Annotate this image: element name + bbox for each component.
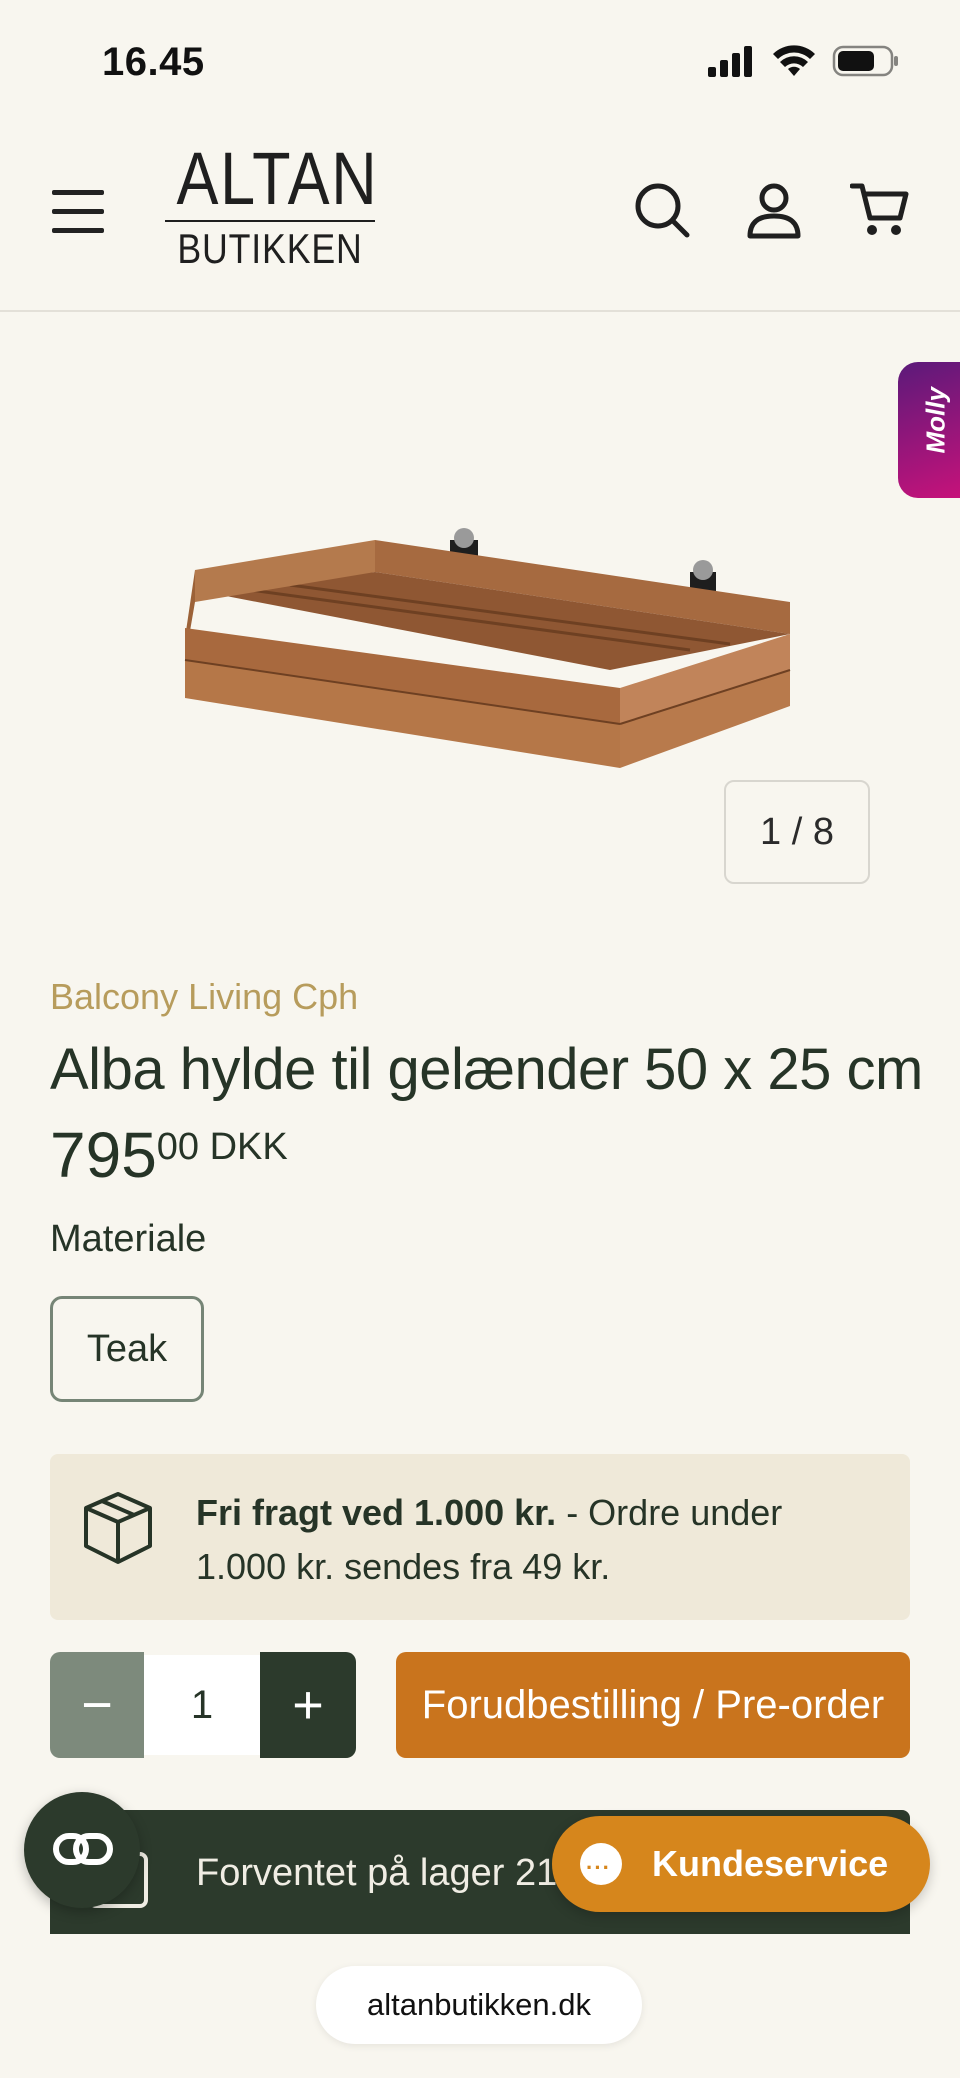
site-logo[interactable]: ALTAN BUTIKKEN xyxy=(160,140,380,272)
quantity-decrease-button[interactable]: − xyxy=(50,1652,144,1758)
shipping-text: Fri fragt ved 1.000 kr. - Ordre under 1.… xyxy=(196,1486,876,1594)
customer-service-label: Kundeservice xyxy=(652,1843,889,1884)
price-decimals: 00 DKK xyxy=(156,1126,288,1168)
search-icon[interactable] xyxy=(632,180,692,240)
product-brand[interactable]: Balcony Living Cph xyxy=(50,976,358,1018)
quantity-stepper: − 1 + xyxy=(50,1652,356,1758)
site-header xyxy=(0,118,960,312)
preorder-button[interactable]: Forudbestilling / Pre-order xyxy=(396,1652,910,1758)
option-label: Materiale xyxy=(50,1218,207,1260)
browser-url-bar[interactable]: altanbutikken.dk xyxy=(316,1966,642,2044)
molly-label: Molly xyxy=(920,387,951,454)
account-icon[interactable] xyxy=(744,180,804,240)
chat-button[interactable] xyxy=(24,1792,140,1908)
package-icon xyxy=(84,1492,152,1564)
cart-icon[interactable] xyxy=(850,180,910,240)
quantity-increase-button[interactable]: + xyxy=(260,1652,356,1758)
wifi-icon xyxy=(773,45,815,76)
gallery-counter: 1 / 8 xyxy=(724,780,870,884)
menu-icon[interactable] xyxy=(52,190,104,234)
customer-service-button[interactable]: ··· Kundeservice xyxy=(552,1816,930,1912)
molly-widget-tab[interactable]: Molly xyxy=(898,362,960,498)
variant-teak-button[interactable]: Teak xyxy=(50,1296,204,1402)
stock-text: Forventet på lager 21.-30. ju xyxy=(196,1852,576,1894)
chat-icon xyxy=(53,1833,113,1865)
shipping-text-bold: Fri fragt ved 1.000 kr. xyxy=(196,1492,557,1533)
signal-icon xyxy=(708,46,752,77)
logo-text-top: ALTAN xyxy=(176,137,379,220)
chat-bubble-icon: ··· xyxy=(580,1843,622,1885)
product-price: 79500 DKK xyxy=(50,1118,288,1192)
logo-divider xyxy=(165,220,375,222)
logo-text-bottom: BUTIKKEN xyxy=(177,225,363,272)
product-title: Alba hylde til gelænder 50 x 25 cm xyxy=(50,1037,923,1102)
status-icons xyxy=(706,44,900,78)
status-time: 16.45 xyxy=(102,40,205,84)
price-main: 795 xyxy=(50,1119,157,1191)
product-image[interactable] xyxy=(170,510,810,780)
quantity-input[interactable]: 1 xyxy=(144,1655,260,1755)
battery-icon xyxy=(832,45,898,77)
